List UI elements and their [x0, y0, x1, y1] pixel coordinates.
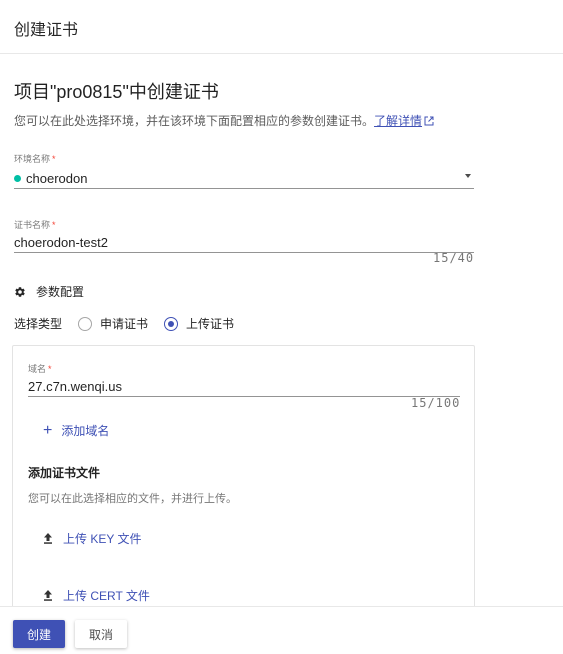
cert-name-field[interactable]: 证书名称 * choerodon-test2	[14, 218, 474, 253]
radio-circle-apply[interactable]	[78, 316, 93, 331]
env-select[interactable]: 环境名称 * choerodon	[14, 152, 474, 189]
upload-cert-button[interactable]: 上传 CERT 文件	[43, 587, 150, 604]
add-domain-button[interactable]: + 添加域名	[43, 422, 109, 439]
upload-icon	[44, 590, 52, 601]
gear-icon	[15, 286, 25, 297]
create-button[interactable]: 创建	[13, 620, 65, 648]
env-status-dot	[14, 175, 21, 182]
upload-key-label: 上传 KEY 文件	[63, 532, 142, 546]
dropdown-caret-icon[interactable]	[465, 174, 471, 178]
cert-name-value: choerodon-test2	[14, 235, 108, 250]
radio-upload-label: 上传证书	[186, 317, 235, 331]
upload-section-title: 添加证书文件	[28, 466, 101, 480]
radio-circle-upload[interactable]	[164, 316, 179, 331]
page-title: 项目"pro0815"中创建证书	[14, 82, 219, 102]
description-text: 您可以在此处选择环境，并在该环境下面配置相应的参数创建证书。	[14, 114, 375, 128]
params-section-header: 参数配置	[14, 283, 84, 300]
upload-key-button[interactable]: 上传 KEY 文件	[43, 530, 141, 547]
cert-name-counter: 15/40	[433, 251, 475, 265]
cert-type-group: 选择类型 申请证书 上传证书	[14, 315, 234, 332]
external-link-icon	[424, 116, 434, 126]
domain-field[interactable]: 域名 * 27.c7n.wenqi.us	[28, 362, 460, 397]
radio-apply-label: 申请证书	[100, 317, 149, 331]
domain-value: 27.c7n.wenqi.us	[28, 379, 122, 394]
upload-icon	[44, 533, 52, 544]
cert-type-label: 选择类型	[14, 317, 63, 331]
dialog-footer: 创建 取消	[0, 606, 563, 654]
plus-icon: +	[43, 421, 53, 439]
env-value: choerodon	[26, 171, 88, 186]
header-title: 创建证书	[14, 22, 79, 39]
domain-label: 域名 *	[28, 364, 52, 374]
upload-cert-label: 上传 CERT 文件	[63, 589, 150, 603]
env-label: 环境名称 *	[14, 154, 56, 164]
params-title: 参数配置	[36, 285, 85, 299]
dialog-header: 创建证书	[0, 0, 563, 54]
radio-apply-cert[interactable]: 申请证书	[78, 315, 148, 332]
upload-section-description: 您可以在此选择相应的文件，并进行上传。	[28, 493, 237, 505]
add-domain-label: 添加域名	[61, 424, 110, 438]
learn-more-link[interactable]: 了解详情	[374, 114, 434, 128]
page-description: 您可以在此处选择环境，并在该环境下面配置相应的参数创建证书。了解详情	[14, 112, 434, 129]
cancel-button[interactable]: 取消	[75, 620, 127, 648]
radio-upload-cert[interactable]: 上传证书	[164, 315, 234, 332]
cert-name-label: 证书名称 *	[14, 220, 56, 230]
domain-counter: 15/100	[411, 396, 461, 410]
